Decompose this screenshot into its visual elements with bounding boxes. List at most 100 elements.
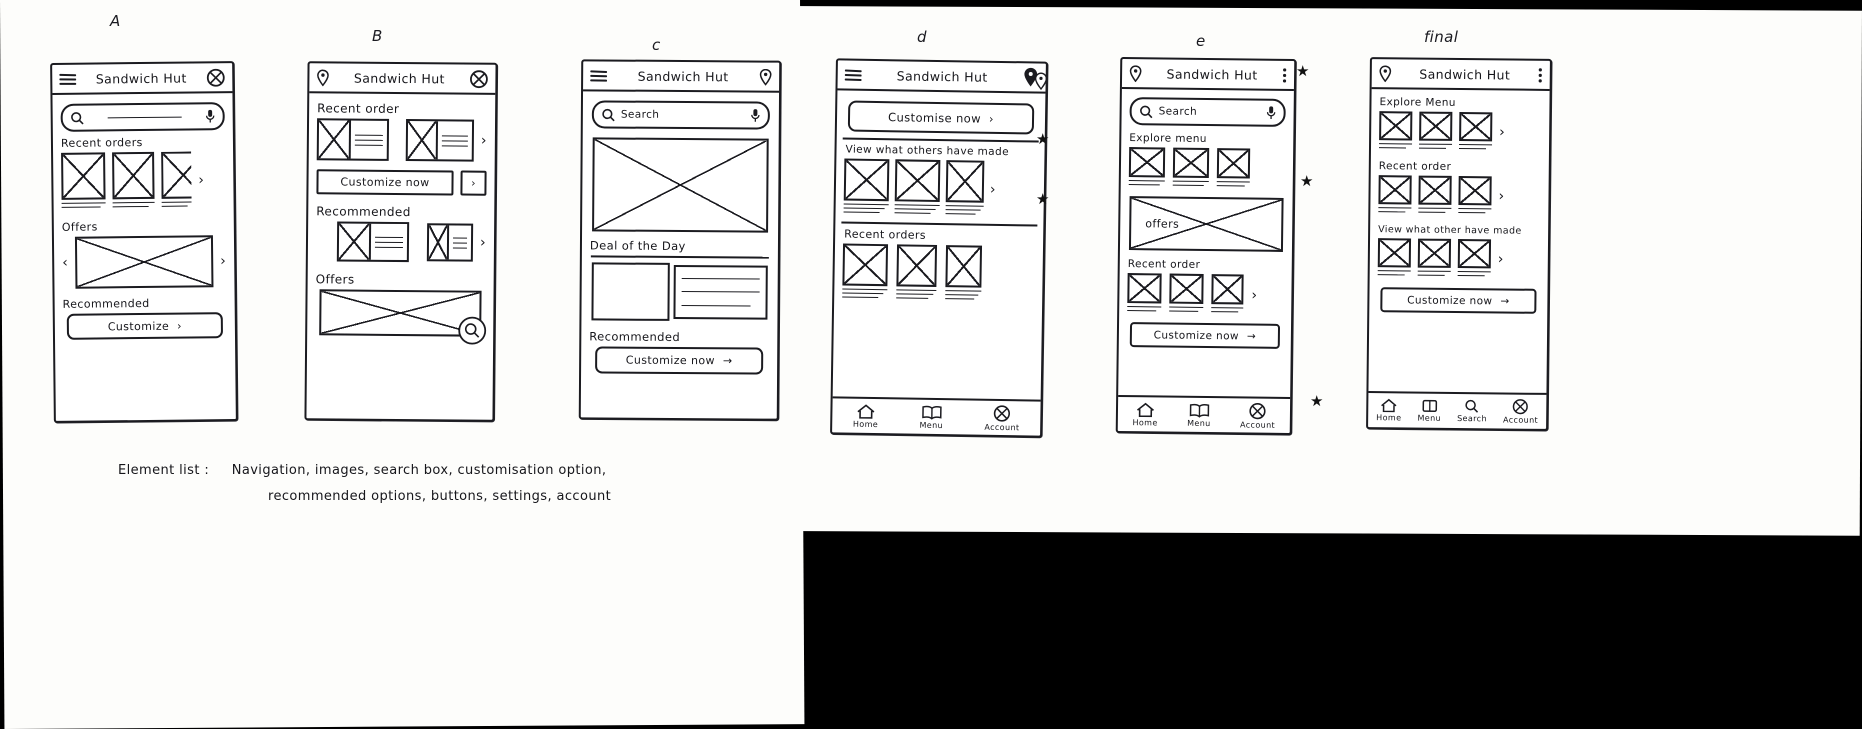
- customize-now-button[interactable]: Customize now: [316, 169, 454, 196]
- nav-item-search[interactable]: Search: [1457, 399, 1487, 423]
- nav-item-account[interactable]: Account: [1503, 398, 1538, 425]
- customize-now-arrow-button[interactable]: ›: [460, 170, 487, 196]
- customize-now-button[interactable]: Customize now →: [1129, 322, 1281, 349]
- thumb-caption-lines: [1172, 180, 1209, 186]
- home-icon: [856, 403, 875, 419]
- microphone-icon[interactable]: [205, 109, 215, 123]
- hero-banner[interactable]: [592, 137, 769, 233]
- thumbnail-item[interactable]: [61, 152, 106, 200]
- thumb-caption-lines: [61, 202, 106, 208]
- next-chevron[interactable]: ›: [1499, 124, 1505, 140]
- thumbnail-item[interactable]: [1169, 273, 1204, 304]
- deal-text-lines: [673, 264, 768, 320]
- list-card[interactable]: [405, 119, 475, 162]
- nav-item-home[interactable]: Home: [1132, 402, 1158, 427]
- customise-now-button[interactable]: Customise now ›: [847, 100, 1035, 135]
- thumbnail-item[interactable]: [1378, 175, 1412, 205]
- prev-chevron[interactable]: ‹: [62, 255, 68, 271]
- next-chevron[interactable]: ›: [198, 172, 204, 188]
- section-label-explore-menu: Explore Menu: [1379, 96, 1456, 109]
- thumb-caption-lines: [1127, 306, 1162, 312]
- thumbnail-item[interactable]: [1216, 148, 1251, 179]
- offers-banner[interactable]: offers: [1128, 196, 1284, 252]
- customize-now-arrow: ›: [471, 176, 476, 190]
- list-card[interactable]: [426, 223, 474, 262]
- hamburger-menu-icon[interactable]: [59, 72, 77, 85]
- wireframe-panel-c: Sandwich Hut Search Deal of the Day Reco…: [578, 59, 782, 421]
- element-list-line-1: Navigation, images, search box, customis…: [231, 463, 607, 478]
- location-pin-icon[interactable]: [1129, 64, 1142, 82]
- thumbnail-item[interactable]: [1457, 238, 1492, 269]
- nav-item-home[interactable]: Home: [1376, 398, 1401, 422]
- search-icon: [71, 111, 84, 125]
- search-input[interactable]: Search: [591, 100, 770, 130]
- thumbnail-item[interactable]: [843, 158, 890, 202]
- customize-button[interactable]: Customize ›: [66, 312, 224, 340]
- section-label-recent-order: Recent order: [1378, 160, 1452, 173]
- list-card[interactable]: [316, 118, 390, 161]
- customize-now-label: Customize now: [1407, 293, 1493, 307]
- search-input[interactable]: [60, 102, 225, 132]
- app-title: Sandwich Hut: [1166, 66, 1258, 83]
- deal-card[interactable]: [581, 262, 777, 321]
- thumbnail-item[interactable]: [1172, 147, 1210, 179]
- offer-banner[interactable]: [74, 235, 214, 289]
- close-circle-icon[interactable]: [469, 69, 488, 88]
- app-title: Sandwich Hut: [1419, 66, 1511, 83]
- panel-label-c: c: [652, 36, 661, 54]
- nav-item-menu[interactable]: Menu: [919, 404, 943, 430]
- next-chevron[interactable]: ›: [220, 253, 226, 269]
- hamburger-menu-icon[interactable]: [590, 69, 608, 82]
- thumbnail-item[interactable]: [894, 159, 941, 203]
- search-icon[interactable]: [457, 315, 487, 345]
- thumbnail-item[interactable]: [1418, 175, 1452, 205]
- customise-now-label: Customise now: [887, 109, 982, 126]
- thumbnail-item[interactable]: [896, 244, 938, 287]
- thumbnail-item[interactable]: [945, 245, 983, 288]
- next-chevron[interactable]: ›: [1498, 188, 1504, 204]
- thumbnail-item[interactable]: [1458, 175, 1492, 206]
- location-pin-icon[interactable]: [759, 68, 772, 86]
- nav-item-account[interactable]: Account: [984, 404, 1020, 432]
- list-card[interactable]: [336, 221, 410, 263]
- section-label-explore-menu: Explore menu: [1129, 132, 1207, 146]
- thumbnail-item[interactable]: [1417, 238, 1452, 268]
- customize-now-button[interactable]: Customize now →: [595, 346, 764, 375]
- nav-item-menu[interactable]: Menu: [1187, 402, 1211, 428]
- thumbnail-item[interactable]: [945, 160, 985, 203]
- customize-now-button[interactable]: Customize now →: [1380, 287, 1537, 314]
- microphone-icon[interactable]: [751, 108, 760, 122]
- thumbnail-item[interactable]: [1459, 111, 1493, 142]
- next-chevron[interactable]: ›: [481, 133, 487, 149]
- thumbnail-item[interactable]: [1379, 111, 1413, 141]
- menu-book-icon: [1421, 399, 1438, 413]
- search-input[interactable]: Search: [1129, 97, 1286, 127]
- nav-item-home[interactable]: Home: [853, 403, 879, 429]
- search-icon: [602, 108, 615, 121]
- location-pin-icon[interactable]: [316, 69, 329, 86]
- section-label-recent-orders: Recent orders: [60, 136, 143, 150]
- thumbnail-item[interactable]: [1127, 273, 1162, 304]
- thumbnail-item[interactable]: [112, 151, 155, 200]
- thumbnail-item[interactable]: [161, 151, 192, 199]
- panel-label-e: e: [1196, 32, 1206, 50]
- thumbnail-item[interactable]: [842, 243, 889, 287]
- app-header: Sandwich Hut: [1371, 59, 1550, 91]
- next-chevron[interactable]: ›: [990, 181, 996, 197]
- next-chevron[interactable]: ›: [480, 235, 486, 251]
- nav-item-account[interactable]: Account: [1240, 402, 1275, 429]
- microphone-icon[interactable]: [1266, 106, 1276, 120]
- thumb-caption-lines: [1211, 307, 1244, 313]
- location-pin-icon[interactable]: [1379, 64, 1392, 82]
- next-chevron[interactable]: ›: [1498, 251, 1504, 267]
- thumbnail-item[interactable]: [1419, 111, 1453, 141]
- thumbnail-item[interactable]: [1211, 274, 1244, 305]
- close-circle-icon[interactable]: [206, 68, 225, 87]
- nav-item-menu[interactable]: Menu: [1417, 399, 1441, 423]
- kebab-menu-icon[interactable]: [1538, 67, 1543, 82]
- thumbnail-item[interactable]: [1128, 147, 1166, 178]
- hamburger-menu-icon[interactable]: [844, 68, 862, 81]
- thumbnail-item[interactable]: [1377, 238, 1412, 268]
- kebab-menu-icon[interactable]: [1282, 67, 1287, 83]
- next-chevron[interactable]: ›: [1251, 287, 1257, 303]
